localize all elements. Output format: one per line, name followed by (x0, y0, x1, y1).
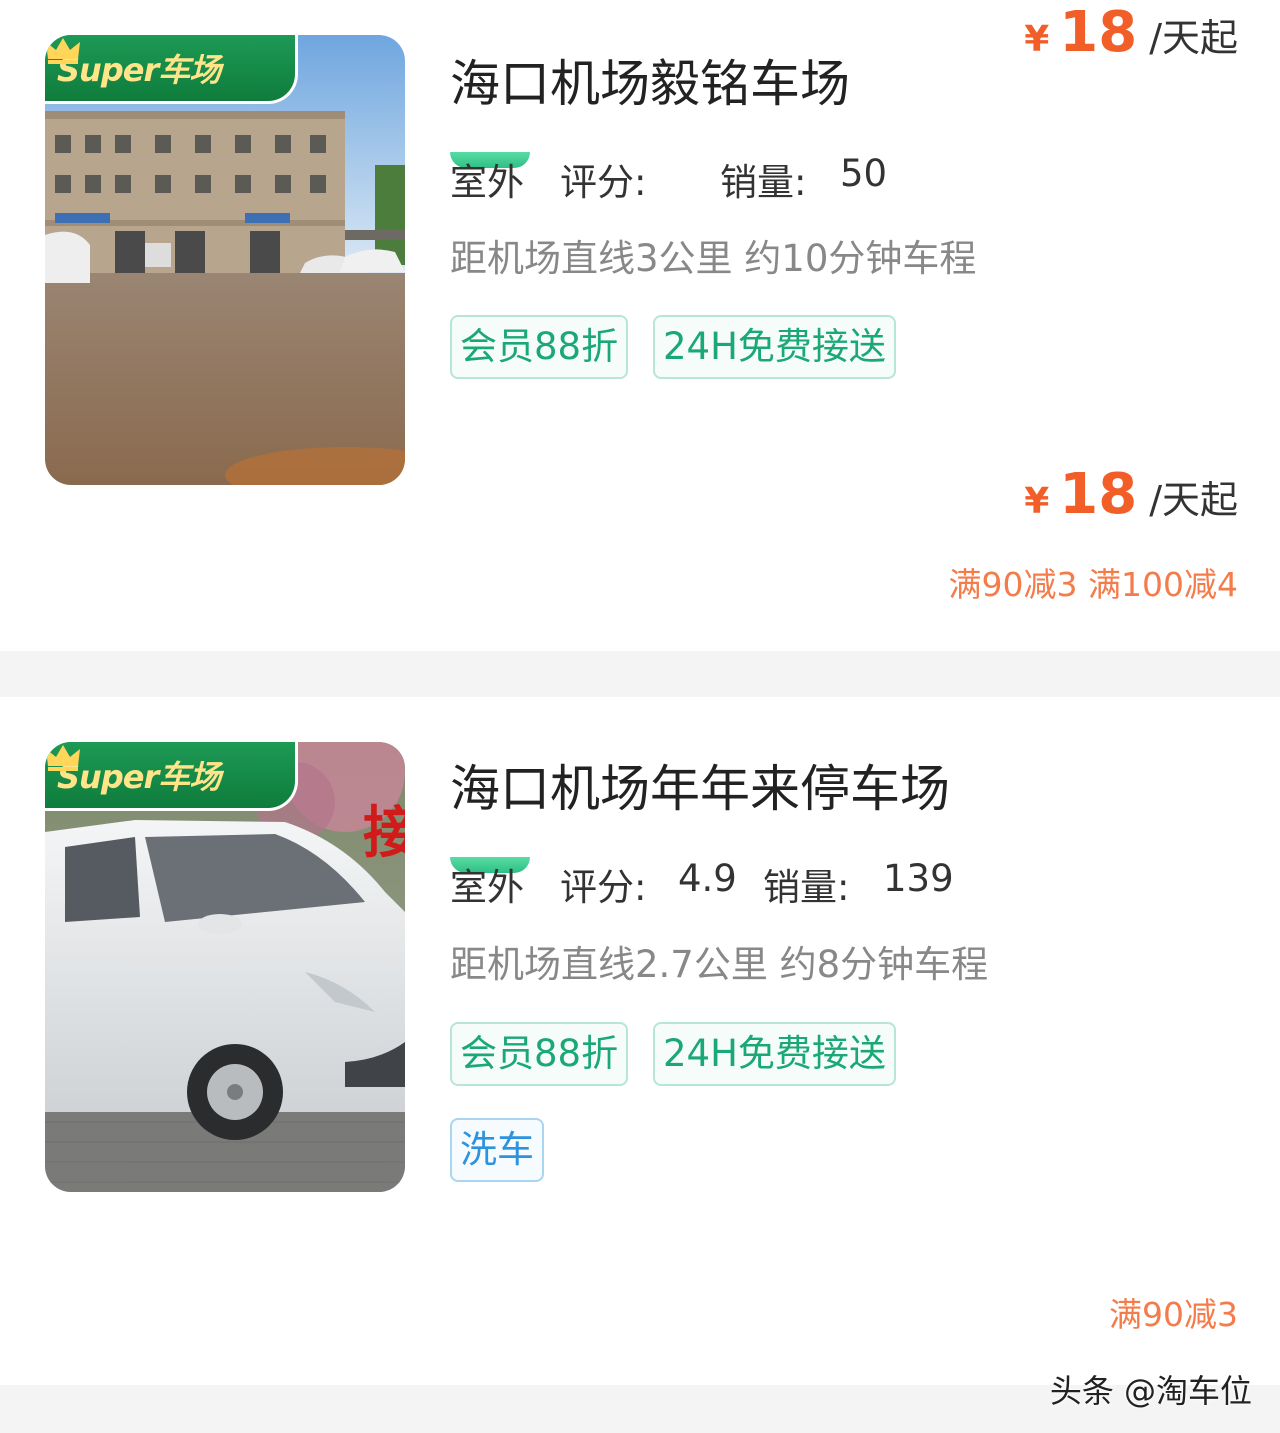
price-amount: 18 (1059, 0, 1138, 65)
promo-text: 满90减3 (1109, 1295, 1238, 1334)
crown-icon (46, 38, 80, 64)
sales-value: 50 (840, 152, 888, 195)
rating-label: 评分: (560, 161, 647, 204)
listing-meta: 室外 评分: 4.9 销量: 139 (450, 857, 1050, 909)
rating-value: 4.9 (678, 857, 737, 900)
outdoor-tag: 室外 (450, 857, 530, 909)
super-lot-badge-label: Super车场 (57, 758, 221, 796)
super-lot-badge: Super车场 (45, 35, 298, 104)
listing-meta: 室外 评分: 销量: 50 (450, 152, 1050, 204)
sales-value: 139 (883, 857, 954, 900)
distance-info: 距机场直线2.7公里 约8分钟车程 (450, 943, 989, 986)
sales-label: 销量: (720, 161, 807, 204)
sales-label: 销量: (763, 866, 850, 909)
free-shuttle-tag: 24H免费接送 (653, 315, 896, 379)
parking-lot-photo[interactable]: 接 Super车场 (45, 742, 405, 1192)
member-discount-tag: 会员88折 (450, 1022, 629, 1086)
rating-label: 评分: (560, 866, 647, 909)
price-unit: /天起 (1149, 478, 1238, 522)
price-display: ¥ 18 /天起 (1024, 0, 1238, 65)
super-lot-badge-label: Super车场 (57, 51, 221, 89)
price-display: ¥ 18 /天起 (1024, 462, 1238, 527)
parking-lot-photo[interactable]: Super车场 (45, 35, 405, 485)
watermark: 头条 @淘车位 (1049, 1372, 1252, 1410)
outdoor-tag-label: 室外 (450, 866, 524, 909)
listing-title[interactable]: 海口机场年年来停车场 (450, 749, 950, 821)
free-shuttle-tag: 24H免费接送 (653, 1022, 896, 1086)
currency-symbol: ¥ (1024, 481, 1050, 522)
photo-overlay-text: 接 (363, 801, 405, 866)
member-discount-tag: 会员88折 (450, 315, 629, 379)
distance-info: 距机场直线3公里 约10分钟车程 (450, 237, 977, 280)
outdoor-tag: 室外 (450, 152, 530, 204)
outdoor-tag-label: 室外 (450, 161, 524, 204)
price-unit: /天起 (1149, 16, 1238, 60)
price-amount: 18 (1059, 462, 1138, 527)
parking-listing-card[interactable]: Super车场 海口机场毅铭车场 室外 评分: 销量: 50 距机场直线3公里 … (0, 0, 1280, 651)
currency-symbol: ¥ (1024, 19, 1050, 60)
crown-icon (46, 745, 80, 771)
car-wash-tag: 洗车 (450, 1118, 544, 1182)
listing-title[interactable]: 海口机场毅铭车场 (450, 44, 850, 116)
parking-listing-card[interactable]: 接 Super车场 海口机场年年来停车场 室外 评分: 4.9 销量: 139 … (0, 697, 1280, 1385)
super-lot-badge: Super车场 (45, 742, 298, 811)
promo-text: 满90减3 满100减4 (948, 565, 1238, 604)
